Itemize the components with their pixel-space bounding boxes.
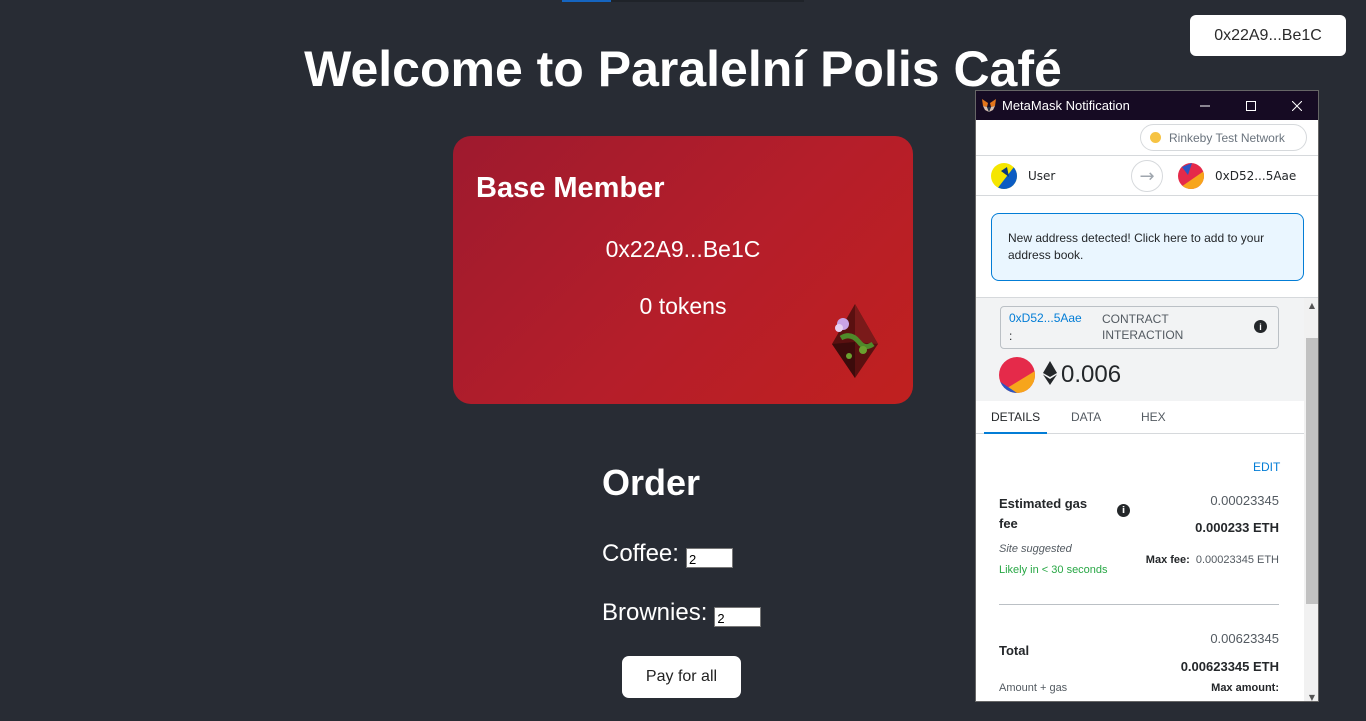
total-approx: 0.00623345 bbox=[1210, 631, 1279, 646]
recipient-label: 0xD52...5Aae bbox=[1215, 169, 1297, 183]
sender-label: User bbox=[1028, 169, 1056, 183]
sender[interactable]: User bbox=[991, 156, 1055, 196]
top-nav-accent bbox=[562, 0, 804, 2]
nft-gem-icon bbox=[832, 304, 878, 378]
contract-avatar-icon bbox=[999, 357, 1035, 393]
network-status-icon bbox=[1150, 132, 1161, 143]
pay-for-all-button[interactable]: Pay for all bbox=[622, 656, 741, 698]
edit-gas-link[interactable]: EDIT bbox=[1253, 460, 1280, 474]
metamask-notification-window: MetaMask Notification Rinkeby Test Netwo… bbox=[975, 90, 1319, 702]
scrollbar-thumb[interactable] bbox=[1306, 338, 1318, 604]
new-address-notice[interactable]: New address detected! Click here to add … bbox=[991, 213, 1304, 281]
window-title: MetaMask Notification bbox=[1002, 98, 1130, 113]
close-icon[interactable] bbox=[1274, 91, 1318, 120]
member-address: 0x22A9...Be1C bbox=[605, 236, 761, 262]
sender-avatar-icon bbox=[991, 163, 1017, 189]
tab-details[interactable]: DETAILS bbox=[991, 410, 1040, 424]
network-selector[interactable]: Rinkeby Test Network bbox=[1140, 124, 1307, 151]
total-eth: 0.00623345 ETH bbox=[1180, 659, 1279, 674]
info-icon[interactable]: i bbox=[1117, 504, 1130, 517]
transaction-details-panel: 0xD52...5Aae : CONTRACT INTERACTION i 0.… bbox=[976, 297, 1318, 702]
tab-hex[interactable]: HEX bbox=[1141, 410, 1166, 424]
total-label: Total bbox=[999, 643, 1030, 658]
brownies-quantity-input[interactable] bbox=[714, 607, 762, 627]
order-title: Order bbox=[602, 462, 701, 503]
recipient-avatar-icon bbox=[1178, 163, 1204, 189]
brownies-label: Brownies: bbox=[602, 599, 708, 626]
transaction-amount: 0.006 bbox=[999, 356, 1121, 394]
scroll-down-icon[interactable]: ▼ bbox=[1304, 690, 1318, 702]
amount-plus-gas-label: Amount + gas bbox=[999, 682, 1068, 694]
active-tab-indicator bbox=[984, 432, 1047, 434]
gas-fee-eth: 0.000233 ETH bbox=[1195, 520, 1279, 535]
max-fee-value: 0.00023345 ETH bbox=[1195, 554, 1279, 566]
recipient[interactable]: 0xD52...5Aae bbox=[1178, 156, 1296, 196]
ethereum-icon bbox=[1043, 361, 1057, 389]
coffee-quantity-input[interactable] bbox=[685, 548, 733, 568]
scrollbar[interactable]: ▲ ▼ bbox=[1304, 298, 1318, 702]
max-amount-label: Max amount: bbox=[1211, 682, 1279, 694]
maximize-icon[interactable] bbox=[1228, 91, 1274, 120]
max-fee: Max fee: 0.00023345 ETH bbox=[1146, 554, 1279, 566]
network-name: Rinkeby Test Network bbox=[1169, 130, 1285, 145]
max-fee-label: Max fee: bbox=[1145, 554, 1190, 566]
arrow-right-icon: → bbox=[1131, 160, 1163, 192]
minimize-icon[interactable] bbox=[1182, 91, 1228, 120]
tab-data[interactable]: DATA bbox=[1071, 410, 1101, 424]
order-row-coffee: Coffee: bbox=[602, 540, 733, 568]
scroll-up-icon[interactable]: ▲ bbox=[1304, 298, 1318, 312]
contract-interaction-box: 0xD52...5Aae : CONTRACT INTERACTION i bbox=[1000, 306, 1279, 349]
metamask-fox-icon bbox=[980, 97, 998, 115]
gas-fee-approx: 0.00023345 bbox=[1210, 493, 1279, 508]
amount-value: 0.006 bbox=[1061, 361, 1122, 388]
divider bbox=[999, 604, 1279, 605]
estimated-gas-label: Estimated gas fee bbox=[999, 496, 1088, 531]
coffee-label: Coffee: bbox=[602, 540, 679, 567]
order-row-brownies: Brownies: bbox=[602, 599, 762, 627]
site-suggested-label: Site suggested bbox=[999, 543, 1072, 555]
membership-tier: Base Member bbox=[476, 172, 665, 204]
window-titlebar[interactable]: MetaMask Notification bbox=[976, 91, 1318, 120]
details-tabs: DETAILS DATA HEX bbox=[976, 401, 1304, 434]
interaction-type: CONTRACT INTERACTION bbox=[1102, 312, 1184, 342]
sender-recipient-row: User → 0xD52...5Aae bbox=[976, 155, 1318, 196]
confirmation-time: Likely in < 30 seconds bbox=[999, 564, 1108, 576]
origin-colon: : bbox=[1009, 329, 1013, 343]
info-icon[interactable]: i bbox=[1254, 320, 1267, 333]
origin-address[interactable]: 0xD52...5Aae bbox=[1009, 311, 1082, 325]
